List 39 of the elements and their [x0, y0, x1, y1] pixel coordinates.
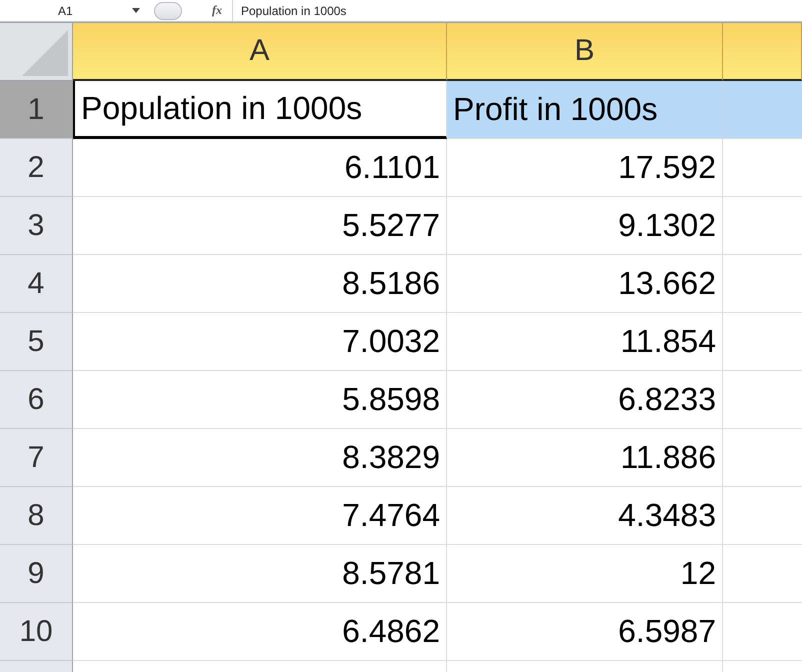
table-cell[interactable]: 11.886: [447, 429, 723, 487]
table-cell[interactable]: 7.0032: [73, 313, 447, 371]
column-header[interactable]: A: [73, 23, 447, 81]
table-cell[interactable]: 8.5186: [73, 255, 447, 313]
row-header[interactable]: 5: [0, 313, 73, 371]
table-cell[interactable]: 8.5781: [73, 545, 447, 603]
row-header[interactable]: 10: [0, 603, 73, 661]
row-header[interactable]: 2: [0, 139, 73, 197]
table-cell[interactable]: 4.3483: [447, 487, 723, 545]
table-cell[interactable]: 17.592: [447, 139, 723, 197]
table-cell[interactable]: 9.1302: [447, 197, 723, 255]
table-cell[interactable]: 5.5277: [73, 197, 447, 255]
table-cell[interactable]: 6.5987: [447, 603, 723, 661]
table-cell[interactable]: 11.854: [447, 313, 723, 371]
column-header[interactable]: B: [447, 23, 723, 81]
table-cell[interactable]: 6.1101: [73, 139, 447, 197]
table-cell[interactable]: 13.662: [447, 255, 723, 313]
column-header[interactable]: [723, 23, 802, 81]
row-header[interactable]: 6: [0, 371, 73, 429]
row-header[interactable]: 8: [0, 487, 73, 545]
table-cell[interactable]: 8.3829: [73, 429, 447, 487]
insert-function-button[interactable]: fx: [212, 3, 232, 18]
table-cell[interactable]: 5.8598: [73, 371, 447, 429]
formula-field[interactable]: Population in 1000s: [232, 0, 802, 21]
table-cell[interactable]: Population in 1000s: [73, 81, 447, 139]
row-header[interactable]: 7: [0, 429, 73, 487]
table-cell[interactable]: 12: [447, 545, 723, 603]
row-header[interactable]: 9: [0, 545, 73, 603]
table-cell[interactable]: Profit in 1000s: [447, 81, 723, 139]
name-box[interactable]: A1: [0, 4, 132, 18]
table-cell[interactable]: 6.4862: [73, 603, 447, 661]
row-header[interactable]: 3: [0, 197, 73, 255]
table-cell[interactable]: 6.8233: [447, 371, 723, 429]
select-all-corner[interactable]: [0, 23, 73, 81]
table-cell[interactable]: 7.4764: [73, 487, 447, 545]
dropdown-caret-icon[interactable]: [132, 8, 140, 13]
row-header[interactable]: 1: [0, 81, 73, 139]
row-header[interactable]: 4: [0, 255, 73, 313]
resize-handle[interactable]: [154, 2, 182, 20]
